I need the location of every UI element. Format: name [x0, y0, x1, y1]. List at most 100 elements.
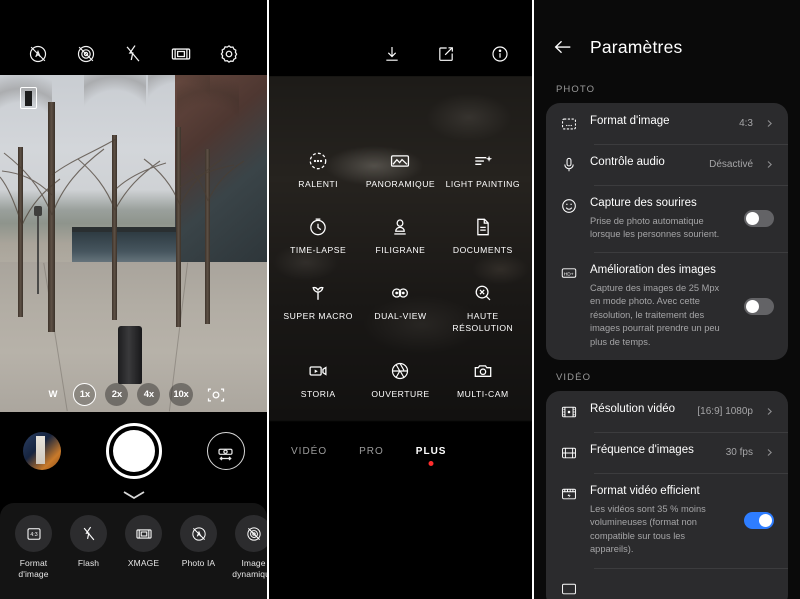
mode-haute-resolution[interactable]: HAUTE RÉSOLUTION	[442, 282, 524, 333]
mode-dual-view[interactable]: DUAL-VIEW	[359, 282, 441, 333]
option-photo-ia[interactable]: Photo IA	[171, 515, 226, 569]
gear-icon[interactable]	[218, 43, 240, 65]
setting-description: Prise de photo automatique lorsque les p…	[590, 215, 720, 239]
mode-label: LIGHT PAINTING	[445, 179, 521, 189]
option-format-dimage[interactable]: 4:3 Format d'image	[6, 515, 61, 579]
option-flash[interactable]: Flash	[61, 515, 116, 569]
motion-photo-off-icon	[235, 515, 267, 552]
camera-flip-icon	[218, 448, 233, 461]
option-xmage[interactable]: XMAGE	[116, 515, 171, 569]
zoom-chip-1x[interactable]: 1x	[73, 383, 97, 406]
setting-row-amelioration-des-images[interactable]: HD+ Amélioration des images Capture des …	[546, 252, 788, 360]
mode-panoramique[interactable]: PANORAMIQUE	[359, 150, 441, 190]
filmstrip-icon[interactable]	[170, 43, 192, 65]
flip-camera-button[interactable]	[206, 432, 245, 470]
setting-description: Capture des images de 25 Mpx en mode pho…	[590, 282, 720, 347]
tab-pro[interactable]: PRO	[359, 446, 384, 457]
setting-value: 4:3	[739, 118, 753, 129]
dual-view-icon	[392, 288, 409, 299]
info-icon[interactable]	[490, 44, 510, 64]
mode-label: OUVERTURE	[371, 388, 430, 399]
shutter-button[interactable]	[105, 423, 162, 479]
mode-documents[interactable]: DOCUMENTS	[442, 216, 524, 256]
settings-scroll-area[interactable]: PHOTO Format d'image 4:3 Contrôle audio …	[534, 72, 800, 599]
more-modes-top-toolbar[interactable]	[269, 0, 532, 76]
slow-motion-icon	[309, 152, 327, 170]
exposure-focus-indicator[interactable]	[20, 87, 37, 109]
setting-title: Contrôle audio	[590, 156, 665, 168]
mode-label: PANORAMIQUE	[365, 179, 436, 189]
mode-label: FILIGRANE	[375, 245, 426, 256]
mode-time-lapse[interactable]: TIME-LAPSE	[277, 216, 359, 256]
tab-video[interactable]: VIDÉO	[291, 446, 327, 457]
camera-options-tray[interactable]: 4:3 Format d'image Flash XMAGE Photo IA …	[0, 503, 267, 599]
mode-label: STORIA	[300, 388, 336, 399]
three-panel-screenshot: W 1x 2x 4x 10x 4:3 Format d'image Flash …	[0, 0, 800, 599]
settings-panel: Paramètres PHOTO Format d'image 4:3 Cont…	[534, 0, 800, 599]
setting-title: Résolution vidéo	[590, 403, 676, 416]
edit-square-icon[interactable]	[436, 44, 456, 64]
setting-title: Capture des sourires	[590, 197, 697, 209]
options-tray-handle[interactable]	[0, 486, 267, 504]
hdr-off-icon[interactable]	[75, 43, 97, 65]
aspect-ratio-4-3-icon: 4:3	[15, 515, 52, 552]
mode-filigrane[interactable]: FILIGRANE	[359, 216, 441, 256]
flash-off-icon[interactable]	[122, 43, 144, 65]
placeholder-setting-icon	[562, 583, 576, 594]
mode-label: SUPER MACRO	[283, 311, 353, 322]
mode-storia[interactable]: STORIA	[277, 360, 359, 400]
timelapse-icon	[310, 218, 326, 236]
storia-video-icon	[309, 366, 327, 376]
setting-value: [16:9] 1080p	[697, 406, 753, 418]
mode-label: DOCUMENTS	[452, 245, 513, 256]
ai-off-icon[interactable]	[27, 43, 49, 65]
camera-top-toolbar[interactable]	[0, 0, 267, 75]
high-resolution-icon	[475, 285, 491, 301]
setting-row-format-video-efficient[interactable]: Format vidéo efficient Les vidéos sont 3…	[546, 473, 788, 567]
back-arrow-icon[interactable]	[552, 36, 574, 58]
mode-ouverture[interactable]: OUVERTURE	[359, 360, 441, 400]
mode-super-macro[interactable]: SUPER MACRO	[277, 282, 359, 333]
option-image-dynamique[interactable]: Image dynamique	[226, 515, 267, 579]
setting-row-controle-audio[interactable]: Contrôle audio Désactivé	[546, 144, 788, 185]
toggle-format-video-efficient[interactable]	[744, 512, 774, 529]
camera-shutter-row[interactable]	[0, 412, 267, 490]
setting-title: Fréquence d'images	[590, 444, 694, 457]
zoom-chip-10x[interactable]: 10x	[169, 383, 193, 406]
download-icon[interactable]	[382, 44, 402, 64]
setting-title: Format d'image	[590, 115, 670, 127]
aspect-ratio-icon	[562, 118, 576, 130]
setting-row-capture-des-sourires[interactable]: Capture des sourires Prise de photo auto…	[546, 185, 788, 252]
mode-ralenti[interactable]: RALENTI	[277, 150, 359, 190]
chevron-right-icon	[767, 161, 772, 168]
settings-header: Paramètres	[534, 0, 800, 72]
setting-row-format-dimage[interactable]: Format d'image 4:3	[546, 103, 788, 144]
setting-row-frequence-dimages[interactable]: Fréquence d'images 30 fps	[546, 432, 788, 473]
gallery-thumbnail[interactable]	[22, 432, 61, 470]
zoom-chip-w[interactable]: W	[41, 383, 64, 406]
toggle-capture-des-sourires[interactable]	[744, 210, 774, 228]
setting-value: 30 fps	[725, 447, 753, 459]
zoom-chip-4x[interactable]: 4x	[137, 383, 161, 406]
aperture-icon	[392, 362, 409, 379]
zoom-level-bar[interactable]: W 1x 2x 4x 10x	[0, 383, 267, 406]
zoom-chip-2x[interactable]: 2x	[105, 383, 129, 406]
setting-row-partial-next[interactable]	[546, 567, 788, 599]
more-modes-grid[interactable]: RALENTI PANORAMIQUE LIGHT PAINTING TIME-…	[269, 150, 532, 400]
microphone-icon	[564, 157, 574, 172]
camera-mode-tabs[interactable]: VIDÉO PRO PLUS	[269, 436, 532, 466]
camera-viewfinder[interactable]: W 1x 2x 4x 10x	[0, 75, 267, 412]
mode-label: DUAL-VIEW	[374, 311, 427, 322]
tab-plus[interactable]: PLUS	[416, 446, 447, 457]
chevron-right-icon	[767, 408, 772, 416]
mode-multi-cam[interactable]: MULTI-CAM	[442, 360, 524, 400]
mode-label: MULTI-CAM	[457, 388, 509, 399]
toggle-amelioration-des-images[interactable]	[744, 297, 774, 315]
hdr-frame-icon[interactable]	[206, 385, 226, 405]
mode-light-painting[interactable]: LIGHT PAINTING	[442, 150, 524, 190]
mode-label: TIME-LAPSE	[290, 245, 347, 256]
smile-icon	[562, 199, 576, 213]
watermark-icon	[394, 219, 407, 235]
chevron-right-icon	[767, 449, 772, 457]
setting-row-resolution-video[interactable]: Résolution vidéo [16:9] 1080p	[546, 391, 788, 432]
